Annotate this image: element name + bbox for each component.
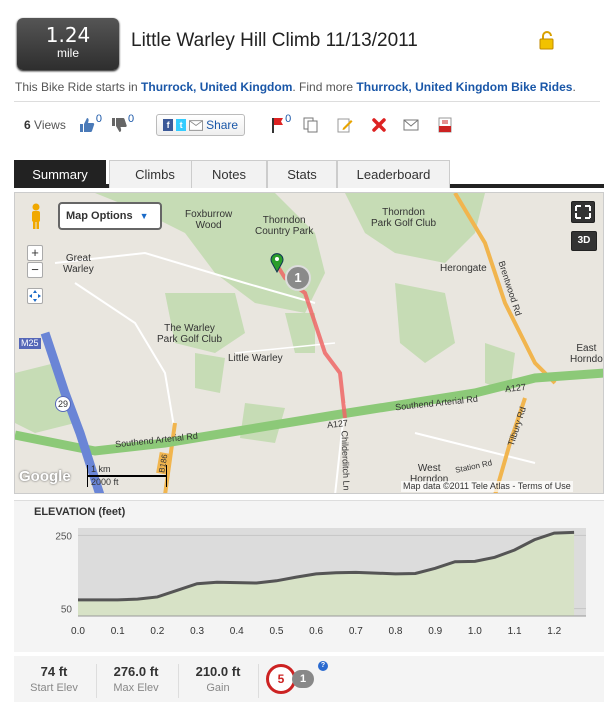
x-tick-label: 0.5 [269,626,283,637]
map-copyright[interactable]: Map data ©2011 Tele Atlas - Terms of Use [401,481,573,492]
tab-stats[interactable]: Stats [267,160,337,188]
start-elev-label: Start Elev [30,682,78,694]
3d-button[interactable]: 3D [571,231,597,251]
x-tick-label: 1.1 [508,626,522,637]
map-label-great-warley: Great Warley [63,253,94,275]
x-tick-label: 0.3 [190,626,204,637]
route-marker[interactable]: 1 [285,265,311,291]
tab-notes[interactable]: Notes [191,160,267,188]
gain-label: Gain [206,682,230,694]
map-label-a127-1: A127 [326,417,349,431]
map-options-label: Map Options [66,210,133,222]
pegman-icon[interactable] [29,203,43,229]
flag-count: 0 [285,113,292,125]
start-pin-icon[interactable] [270,253,284,273]
x-tick-label: 0.7 [349,626,363,637]
stat-divider [258,664,259,698]
pan-control-icon[interactable] [27,288,43,304]
fullscreen-icon[interactable] [571,201,595,223]
x-tick-label: 0.9 [428,626,442,637]
max-elev-label: Max Elev [113,682,159,694]
scale-km: 1 km [91,464,111,474]
thumbs-down-icon [111,118,127,132]
max-elev-value: 276.0 ft [113,664,159,679]
distance-badge: 1.24 mile [17,18,119,70]
pdf-icon[interactable] [437,117,453,133]
stat-start-elev: 74 ft Start Elev [14,664,94,694]
google-logo: Google [19,468,71,485]
distance-value: 1.24 [45,23,91,47]
x-tick-label: 0.2 [150,626,164,637]
views-label: Views [34,118,66,132]
thumbs-up-icon [79,118,95,132]
facebook-icon: f [163,119,174,131]
copy-icon[interactable] [303,117,319,133]
x-tick-label: 1.2 [547,626,561,637]
map-label-j29: 29 [55,396,71,412]
elevation-chart[interactable]: 250 50 0.0 0.1 0.2 0.3 0.4 0.5 0.6 0.7 0.8 0.9 1.0 1.… [14,520,604,640]
start-elev-value: 74 ft [40,664,68,679]
stats-bar: 74 ft Start Elev 276.0 ft Max Elev 210.0… [14,656,604,702]
flag-icon [272,118,284,133]
zoom-in-button[interactable]: + [27,245,43,261]
map-label-little-warley: Little Warley [228,353,283,364]
y-tick-label: 50 [61,605,73,616]
map-label-east-horndon: East Horndo [570,343,603,365]
page-title: Little Warley Hill Climb 11/13/2011 [131,30,418,51]
stat-max-elev: 276.0 ft Max Elev [96,664,176,694]
email-icon [189,119,204,131]
map-label-m25: M25 [19,338,41,349]
map-label-foxburrow: Foxburrow Wood [185,209,233,231]
map-label-a127-2: A127 [504,381,527,395]
edit-icon[interactable] [337,117,353,133]
y-tick-label: 250 [55,531,72,542]
views-count: 6 [24,118,31,132]
x-tick-label: 0.6 [309,626,323,637]
map-label-warley-golf: The Warley Park Golf Club [157,323,223,345]
map-label-thorndon-country-park: Thorndon Country Park [255,215,314,237]
thumbs-up-count: 0 [95,113,102,125]
map-canvas [15,193,603,493]
help-icon[interactable]: ? [318,661,328,671]
x-tick-label: 0.8 [389,626,403,637]
share-label: Share [206,118,239,132]
delete-icon[interactable] [371,117,387,133]
thumbs-up-button[interactable]: 0 [78,113,102,134]
stat-gain: 210.0 ft Gain [178,664,258,694]
action-bar: 6 Views 0 0 f t Share 0 [24,112,453,138]
x-tick-label: 0.4 [230,626,244,637]
x-tick-label: 0.1 [111,626,125,637]
thumbs-down-count: 0 [127,113,135,125]
location-line: This Bike Ride starts in Thurrock, Unite… [15,80,576,94]
map-label-herongate: Herongate [440,263,487,274]
climb-count-badge: 1 [292,670,314,688]
x-tick-label: 0.0 [71,626,85,637]
chevron-down-icon: ▼ [139,211,149,221]
map-options-button[interactable]: Map Options ▼ [58,202,162,230]
more-rides-link[interactable]: Thurrock, United Kingdom Bike Rides [356,80,572,94]
flag-button[interactable]: 0 [269,113,291,133]
mail-icon[interactable] [403,117,419,133]
distance-unit: mile [56,46,79,60]
scale-ft: 2000 ft [91,477,119,487]
twitter-icon: t [176,119,187,131]
location-link[interactable]: Thurrock, United Kingdom [141,80,292,94]
divider [14,101,600,102]
gain-value: 210.0 ft [195,664,241,679]
climb-category-badges[interactable]: 5 1 [266,662,326,696]
route-map[interactable]: Foxburrow Wood Thorndon Country Park Thorn… [14,192,604,494]
map-label-thorndon-golf: Thorndon Park Golf Club [371,207,437,229]
tab-climbs[interactable]: Climbs [109,160,201,188]
tab-bar: Summary Climbs Notes Stats Leaderboard [14,160,604,188]
thumbs-down-button[interactable]: 0 [110,113,135,134]
map-label-childerditch: Childerditch Ln [339,430,352,491]
map-scale: 1 km 2000 ft [87,464,167,487]
zoom-out-button[interactable]: − [27,262,43,278]
lock-icon[interactable] [538,30,556,50]
x-tick-label: 1.0 [468,626,482,637]
share-button[interactable]: f t Share [156,114,246,136]
elevation-title: ELEVATION (feet) [34,506,126,518]
tab-leaderboard[interactable]: Leaderboard [337,160,450,188]
tab-summary[interactable]: Summary [14,160,106,188]
